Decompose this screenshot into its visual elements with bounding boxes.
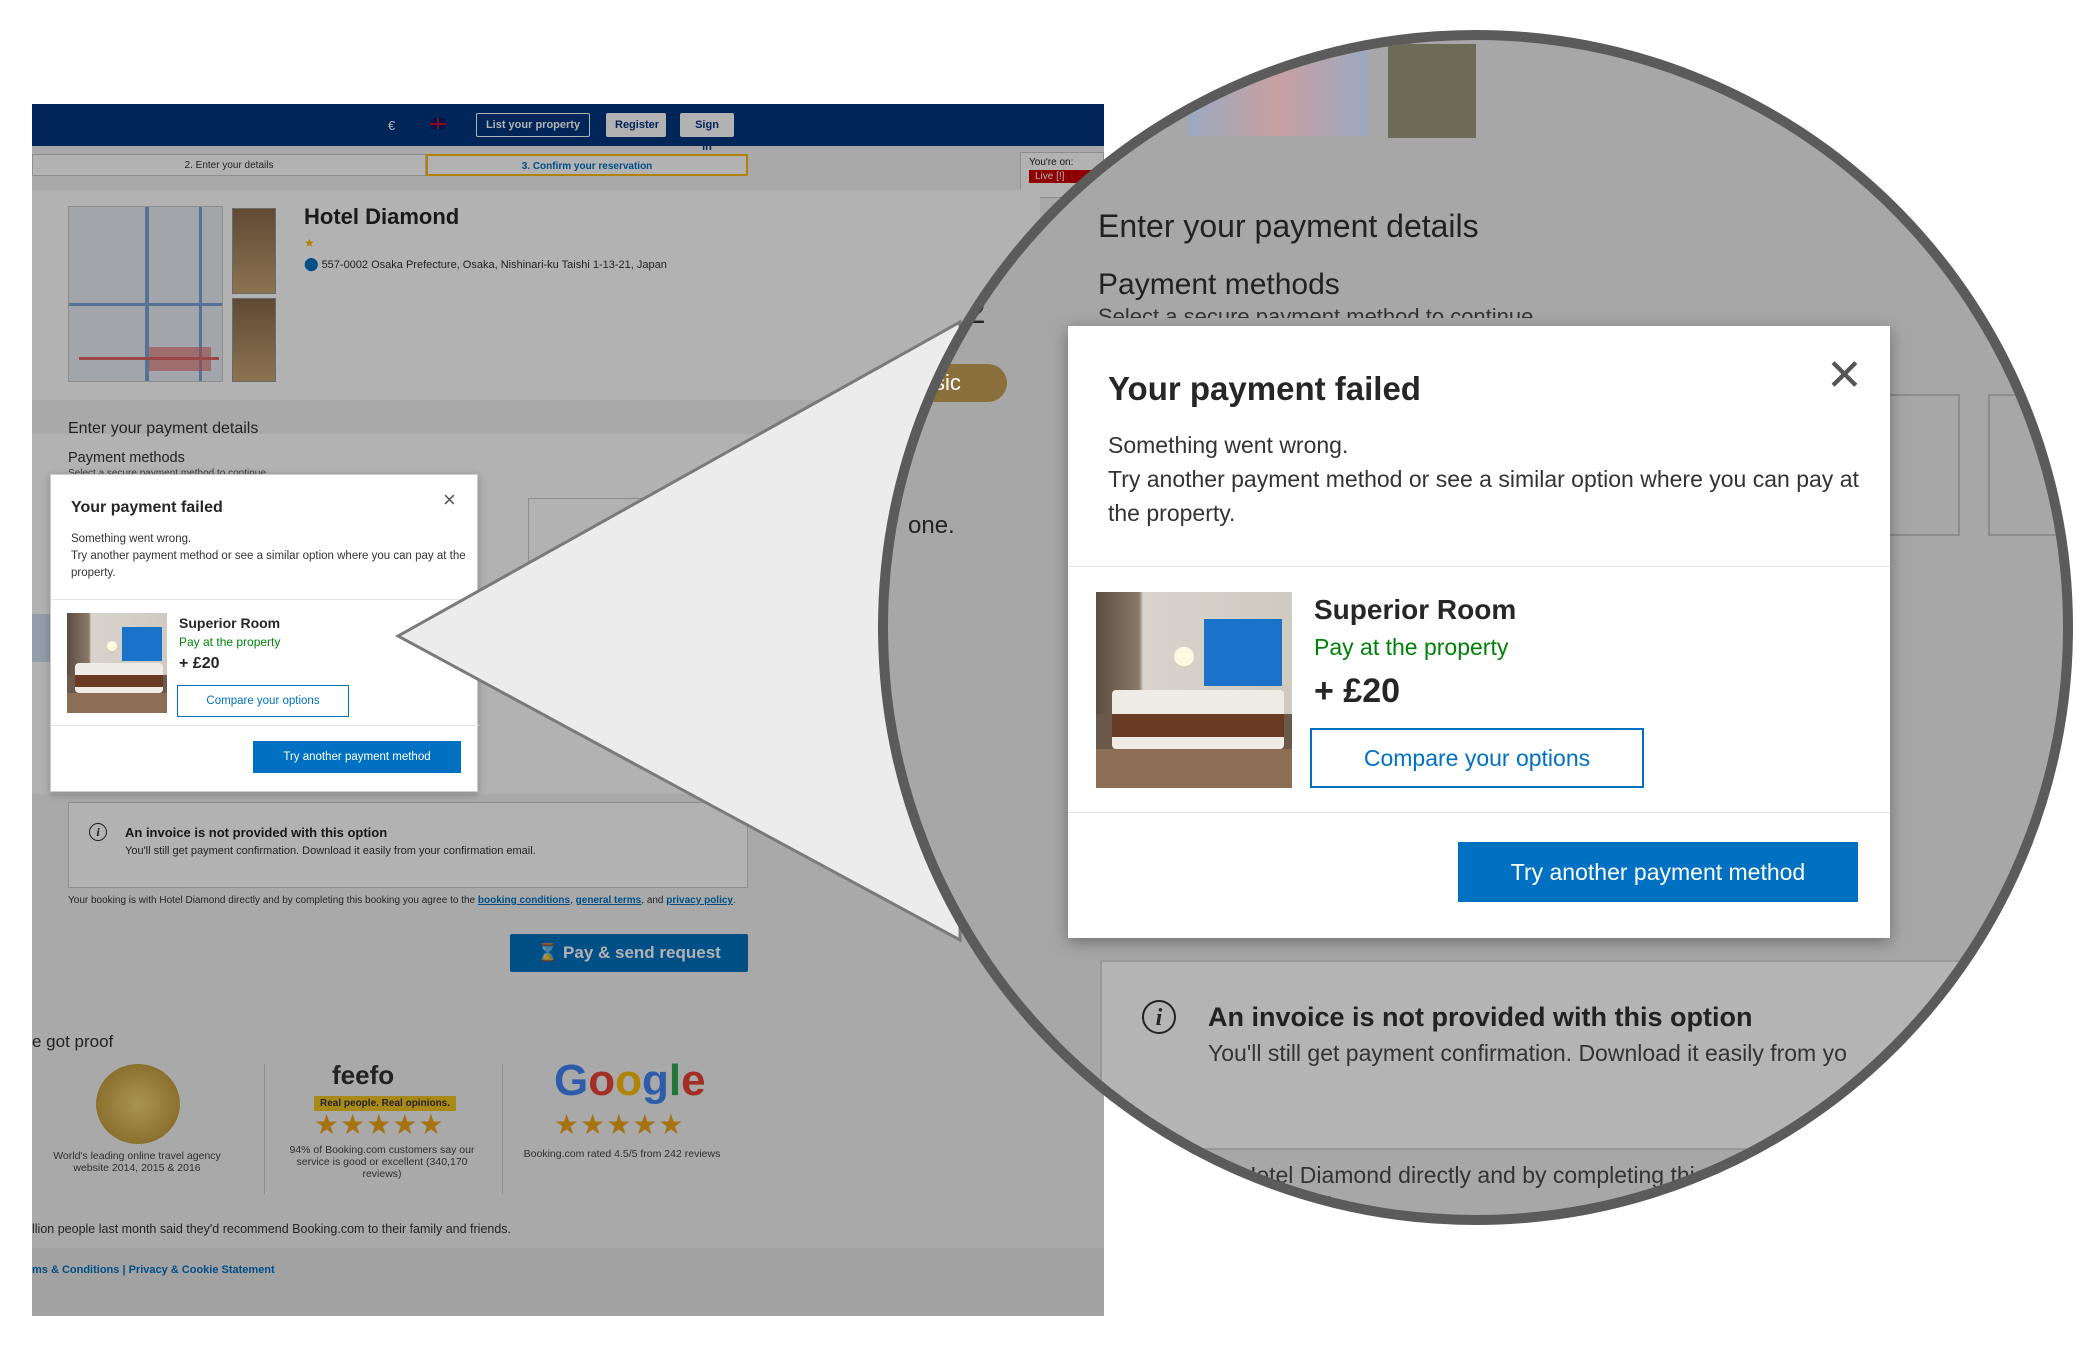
room-photo	[67, 613, 167, 713]
modal-body-line2: Try another payment method or see a simi…	[71, 550, 466, 579]
footer-links[interactable]: ms & Conditions | Privacy & Cookie State…	[32, 1264, 275, 1276]
uk-flag-icon[interactable]	[430, 118, 446, 129]
divider	[51, 725, 479, 726]
compare-options-button[interactable]: Compare your options	[1310, 728, 1644, 788]
zoom-basic-fragment: sic	[928, 364, 1007, 402]
zoom-invoice-notice: i An invoice is not provided with this o…	[1100, 960, 2020, 1150]
divider	[51, 599, 479, 600]
zoom-terms-fragment: oking is with Hotel Diamond directly and…	[1108, 1162, 1726, 1188]
zoom-date-fragment: 22	[950, 294, 986, 330]
invoice-notice: i An invoice is not provided with this o…	[68, 802, 748, 888]
payment-method-option[interactable]	[528, 498, 828, 582]
zoom-payment-methods: Payment methods	[1098, 268, 1340, 301]
try-another-payment-button[interactable]: Try another payment method	[253, 741, 461, 773]
compare-options-button[interactable]: Compare your options	[177, 685, 349, 717]
booking-terms: Your booking is with Hotel Diamond direc…	[68, 895, 736, 906]
zoom-done-fragment: one.	[908, 512, 955, 539]
zoomed-modal-view: Enter your payment details Payment metho…	[878, 30, 2073, 1225]
hourglass-icon: ⌛	[537, 943, 564, 962]
modal-body: Something went wrong. Try another paymen…	[71, 531, 466, 582]
payment-failed-modal-small: Your payment failed × Something went wro…	[50, 474, 479, 792]
zoom-invoice-title: An invoice is not provided with this opt…	[1208, 1002, 1753, 1032]
hotel-address: ⬤ 557-0002 Osaka Prefecture, Osaka, Nishi…	[304, 256, 667, 272]
hotel-stars: ★	[304, 236, 315, 250]
proof-heading: e got proof	[32, 1032, 114, 1051]
general-terms-link[interactable]: general terms	[576, 895, 642, 906]
divider	[502, 1064, 503, 1194]
payment-heading: Enter your payment details	[68, 420, 259, 437]
list-property-button[interactable]: List your property	[476, 113, 590, 137]
room-pay-at-property: Pay at the property	[1314, 634, 1509, 660]
modal-body-line2: Try another payment method or see a simi…	[1108, 466, 1859, 526]
terms-and: and	[646, 895, 664, 906]
payment-failed-modal: Your payment failed ✕ Something went wro…	[1068, 326, 1890, 938]
room-title: Superior Room	[179, 615, 281, 631]
invoice-body: You'll still get payment confirmation. D…	[125, 845, 536, 857]
zoom-map-fragment	[1188, 40, 1368, 136]
modal-body-line1: Something went wrong.	[71, 533, 192, 545]
currency-selector[interactable]: €	[388, 118, 395, 133]
info-icon: i	[89, 823, 107, 841]
step-enter-details: 2. Enter your details	[32, 154, 426, 176]
zoom-photo-fragment	[1388, 44, 1476, 138]
payment-methods-label: Payment methods	[68, 450, 185, 466]
info-icon: i	[1142, 1000, 1176, 1034]
google-logo: Google	[554, 1056, 706, 1105]
award-text: World's leading online travel agency web…	[53, 1150, 221, 1174]
pay-send-request-button[interactable]: ⌛ Pay & send request	[510, 934, 748, 972]
modal-title: Your payment failed	[1108, 370, 1421, 407]
zoom-payment-heading: Enter your payment details	[1098, 208, 1479, 244]
terms-prefix: Your booking is with Hotel Diamond direc…	[68, 895, 476, 906]
room-pay-at-property: Pay at the property	[179, 635, 281, 649]
feefo-stars-icon: ★★★★★	[314, 1109, 445, 1140]
room-price: + £20	[1314, 672, 1401, 710]
zoom-method-card-2[interactable]	[1988, 394, 2063, 536]
room-photo	[1096, 592, 1292, 788]
google-text: Booking.com rated 4.5/5 from 242 reviews	[523, 1148, 721, 1160]
feefo-text: 94% of Booking.com customers say our ser…	[289, 1144, 475, 1180]
zoom-privacy-policy-link[interactable]: privacy policy	[1184, 1188, 1331, 1214]
hotel-name: Hotel Diamond	[304, 204, 460, 229]
hotel-photo-1[interactable]	[232, 208, 276, 294]
hotel-map[interactable]	[68, 206, 223, 382]
award-badge-icon	[96, 1064, 180, 1144]
invoice-title: An invoice is not provided with this opt…	[125, 825, 388, 840]
divider	[264, 1064, 265, 1194]
modal-body: Something went wrong. Try another paymen…	[1108, 428, 1868, 530]
location-pin-icon: ⬤	[304, 256, 319, 271]
footer	[32, 1248, 1104, 1316]
zoom-invoice-body: You'll still get payment confirmation. D…	[1208, 1040, 1847, 1066]
step-confirm-reservation: 3. Confirm your reservation	[426, 154, 748, 176]
zoom-method-card[interactable]	[1888, 394, 1960, 536]
privacy-policy-link[interactable]: privacy policy	[666, 895, 733, 906]
divider	[1068, 812, 1890, 813]
zoom-payment-subtitle: Select a secure payment method to contin…	[1098, 304, 1534, 318]
sign-in-button[interactable]: Sign in	[680, 113, 734, 153]
feefo-logo: feefo	[332, 1060, 395, 1090]
modal-title: Your payment failed	[71, 499, 223, 516]
close-icon[interactable]: ×	[443, 487, 456, 513]
modal-body-line1: Something went wrong.	[1108, 432, 1349, 458]
google-stars-icon: ★★★★★	[554, 1109, 685, 1140]
close-icon[interactable]: ✕	[1826, 350, 1863, 401]
try-another-payment-button[interactable]: Try another payment method	[1458, 842, 1858, 902]
pay-button-label: Pay & send request	[563, 943, 721, 962]
booking-conditions-link[interactable]: booking conditions	[478, 895, 570, 906]
hotel-photo-2[interactable]	[232, 298, 276, 382]
hotel-address-text: 557-0002 Osaka Prefecture, Osaka, Nishin…	[321, 259, 667, 271]
divider	[1068, 566, 1890, 567]
recommend-text: llion people last month said they'd reco…	[32, 1222, 512, 1236]
room-price: + £20	[179, 655, 220, 672]
register-button[interactable]: Register	[606, 113, 666, 137]
room-title: Superior Room	[1314, 594, 1517, 625]
